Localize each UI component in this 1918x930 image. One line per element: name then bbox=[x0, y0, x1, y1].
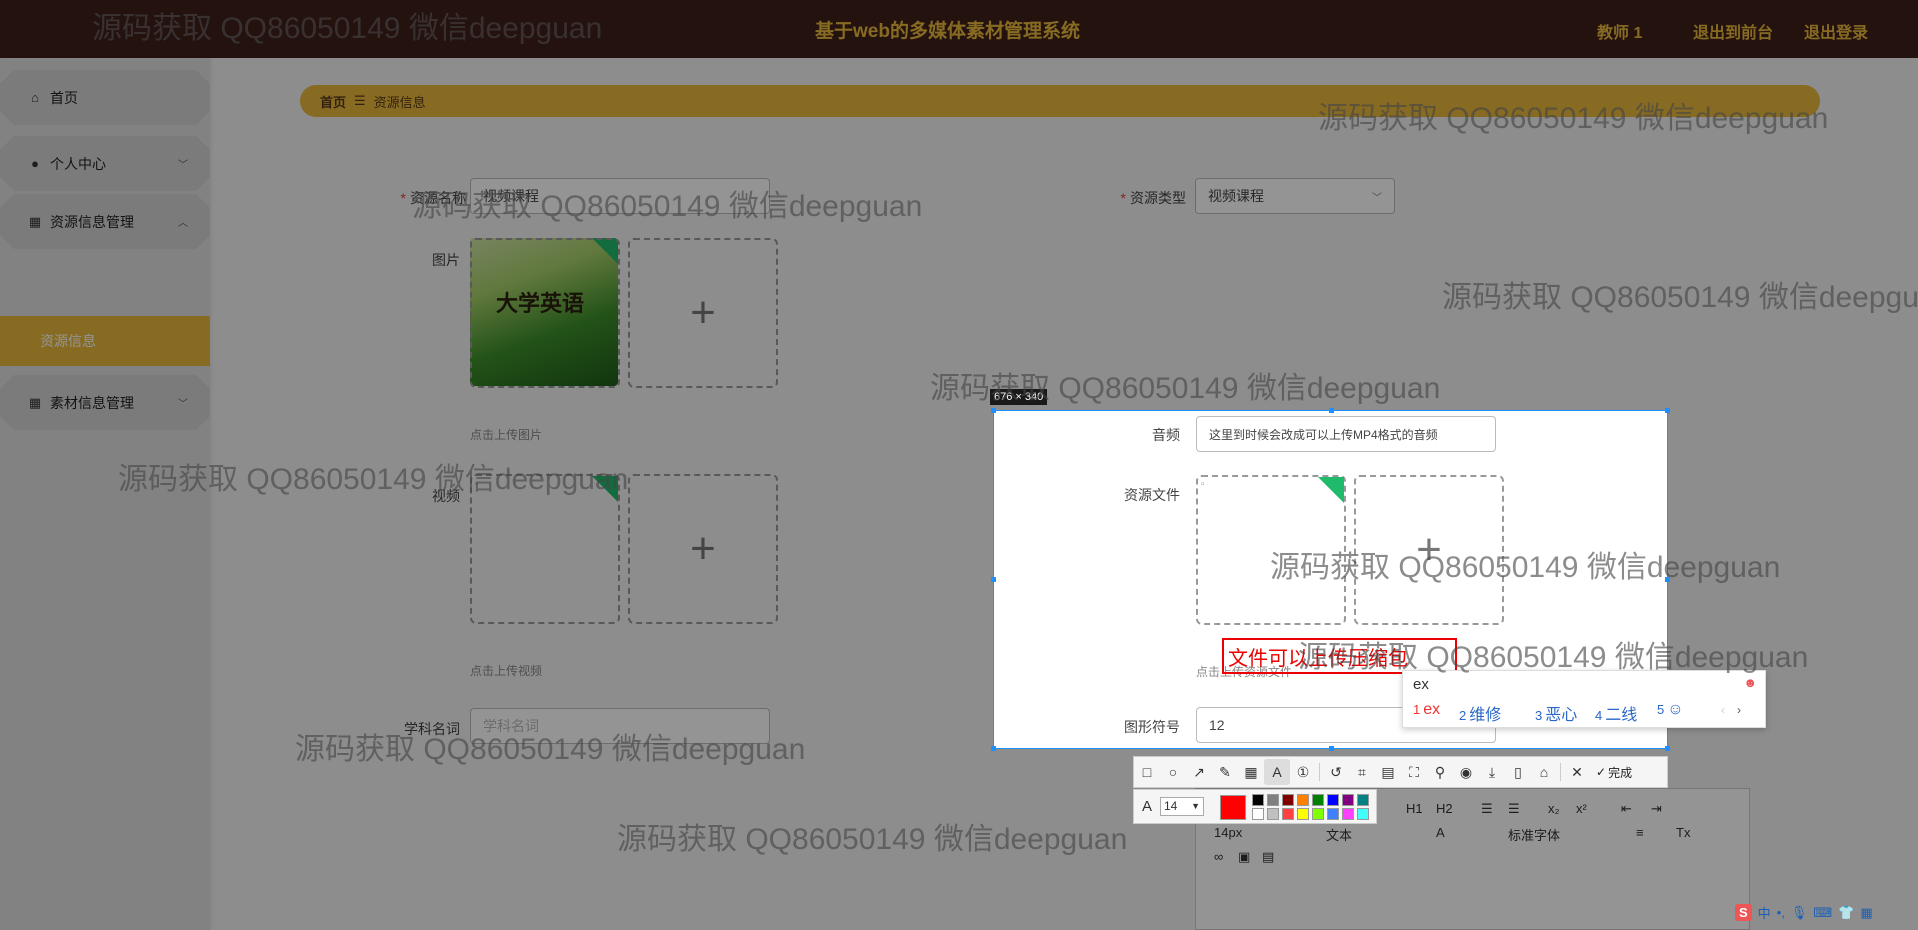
ime-candidate[interactable]: 2 维修 bbox=[1459, 701, 1501, 725]
text-tool-icon[interactable]: A bbox=[1264, 759, 1290, 785]
color-swatch[interactable] bbox=[1297, 808, 1309, 820]
color-swatch[interactable] bbox=[1267, 808, 1279, 820]
color-swatch[interactable] bbox=[1252, 808, 1264, 820]
color-swatch[interactable] bbox=[1357, 808, 1369, 820]
ime-status-bar: S 中 •, 🎙 ⌨ 👕 ▦ bbox=[1735, 895, 1918, 930]
ime-composition: ex bbox=[1413, 676, 1429, 693]
ime-candidate[interactable]: 1 ex bbox=[1413, 701, 1440, 719]
resource-file-label: 资源文件 bbox=[1124, 487, 1180, 503]
resize-handle[interactable] bbox=[991, 746, 996, 751]
close-icon[interactable]: ✕ bbox=[1564, 759, 1590, 785]
color-swatch[interactable] bbox=[1327, 808, 1339, 820]
punctuation-icon[interactable]: •, bbox=[1777, 905, 1785, 920]
font-size-icon: A bbox=[1142, 798, 1153, 815]
long-screenshot-icon[interactable]: ⛶ bbox=[1401, 759, 1427, 785]
uploaded-file-thumbnail[interactable]: ▫ bbox=[1196, 475, 1346, 625]
ime-candidate[interactable]: 3 恶心 bbox=[1535, 701, 1577, 725]
ellipse-tool-icon[interactable]: ○ bbox=[1160, 759, 1186, 785]
color-swatch[interactable] bbox=[1312, 808, 1324, 820]
rectangle-tool-icon[interactable]: □ bbox=[1134, 759, 1160, 785]
color-swatch[interactable] bbox=[1282, 794, 1294, 806]
font-size-select[interactable]: 14 ▼ bbox=[1160, 797, 1204, 816]
color-swatch[interactable] bbox=[1327, 794, 1339, 806]
color-swatch[interactable] bbox=[1312, 794, 1324, 806]
ocr-icon[interactable]: ▤ bbox=[1375, 759, 1401, 785]
upload-success-badge bbox=[1318, 477, 1344, 503]
done-button[interactable]: ✓ 完成 bbox=[1596, 764, 1632, 781]
audio-label: 音频 bbox=[1152, 427, 1180, 443]
text-style-bar: A 14 ▼ bbox=[1133, 789, 1377, 824]
color-swatch[interactable] bbox=[1297, 794, 1309, 806]
crop-icon[interactable]: ⌗ bbox=[1349, 759, 1375, 785]
toolbar-divider bbox=[1319, 763, 1320, 781]
color-swatch[interactable] bbox=[1357, 794, 1369, 806]
undo-icon[interactable]: ↺ bbox=[1323, 759, 1349, 785]
done-label: 完成 bbox=[1608, 765, 1633, 780]
resize-handle[interactable] bbox=[1665, 746, 1670, 751]
pin-icon[interactable]: ⚲ bbox=[1427, 759, 1453, 785]
color-swatch[interactable] bbox=[1342, 808, 1354, 820]
toolbox-icon[interactable]: ▦ bbox=[1860, 905, 1872, 921]
record-icon[interactable]: ◉ bbox=[1453, 759, 1479, 785]
resize-handle[interactable] bbox=[1329, 746, 1334, 751]
save-icon[interactable]: ⌂ bbox=[1531, 759, 1557, 785]
color-swatch[interactable] bbox=[1342, 794, 1354, 806]
sogou-logo-icon[interactable]: S bbox=[1735, 904, 1752, 921]
color-swatch[interactable] bbox=[1282, 808, 1294, 820]
audio-input[interactable]: 这里到时候会改成可以上传MP4格式的音频 bbox=[1196, 416, 1496, 452]
file-upload-add-button[interactable]: + bbox=[1354, 475, 1504, 625]
resize-handle[interactable] bbox=[991, 408, 996, 413]
current-color-swatch[interactable] bbox=[1220, 795, 1246, 820]
toolbar-divider bbox=[1560, 763, 1561, 781]
ime-next-icon[interactable]: › bbox=[1737, 703, 1741, 717]
symbol-label: 图形符号 bbox=[1124, 719, 1180, 735]
capture-size-label: 676 × 340 bbox=[990, 389, 1048, 405]
resize-handle[interactable] bbox=[1329, 408, 1334, 413]
ime-candidate[interactable]: 5 ☺ bbox=[1657, 701, 1684, 719]
mosaic-tool-icon[interactable]: ▦ bbox=[1238, 759, 1264, 785]
font-size-value: 14 bbox=[1164, 799, 1178, 813]
color-swatch[interactable] bbox=[1252, 794, 1264, 806]
skin-icon[interactable]: 👕 bbox=[1838, 905, 1854, 921]
ime-mode-toggle[interactable]: 中 bbox=[1758, 903, 1771, 922]
ime-candidate[interactable]: 4 二线 bbox=[1595, 701, 1637, 725]
check-icon: ✓ bbox=[1596, 765, 1607, 779]
resize-handle[interactable] bbox=[991, 577, 996, 582]
keyboard-icon[interactable]: ⌨ bbox=[1813, 905, 1832, 921]
emoji-candidate-icon: ☺ bbox=[1667, 701, 1684, 718]
arrow-tool-icon[interactable]: ↗ bbox=[1186, 759, 1212, 785]
resize-handle[interactable] bbox=[1665, 408, 1670, 413]
download-icon[interactable]: ⤓ bbox=[1479, 759, 1505, 785]
plus-icon: + bbox=[1416, 525, 1442, 574]
chevron-down-icon: ▼ bbox=[1191, 801, 1200, 811]
ime-skin-icon[interactable]: ☻ bbox=[1743, 675, 1757, 690]
ime-prev-icon[interactable]: ‹ bbox=[1721, 703, 1725, 717]
resize-handle[interactable] bbox=[1665, 577, 1670, 582]
color-swatch[interactable] bbox=[1267, 794, 1279, 806]
screenshot-toolbar: □ ○ ↗ ✎ ▦ A ① ↺ ⌗ ▤ ⛶ ⚲ ◉ ⤓ ▯ ⌂ ✕ ✓ 完成 bbox=[1133, 756, 1668, 788]
send-to-phone-icon[interactable]: ▯ bbox=[1505, 759, 1531, 785]
annotation-text-box[interactable]: 文件可以上传压缩包 bbox=[1222, 638, 1457, 674]
ime-candidate-window: ex ☻ 1 ex 2 维修 3 恶心 4 二线 5 ☺ ‹ › bbox=[1402, 670, 1766, 728]
broken-image-icon: ▫ bbox=[1201, 479, 1205, 490]
pen-tool-icon[interactable]: ✎ bbox=[1212, 759, 1238, 785]
number-tool-icon[interactable]: ① bbox=[1290, 759, 1316, 785]
microphone-icon[interactable]: 🎙 bbox=[1791, 905, 1808, 921]
